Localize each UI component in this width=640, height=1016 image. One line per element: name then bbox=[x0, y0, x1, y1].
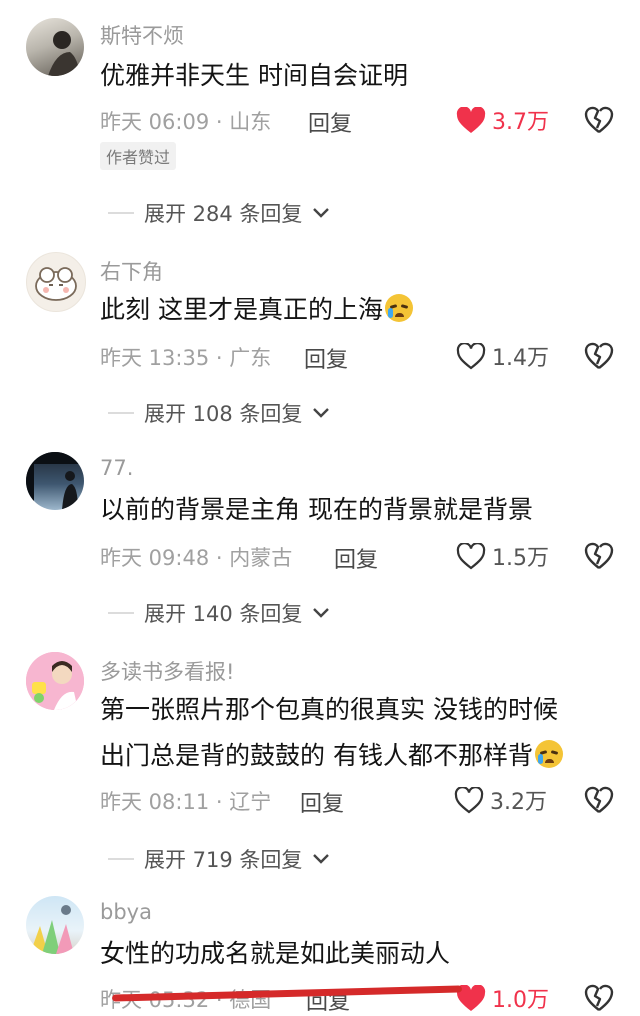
avatar[interactable] bbox=[26, 18, 84, 76]
crying-emoji-icon bbox=[384, 294, 413, 322]
like-button[interactable]: 1.5万 bbox=[456, 540, 549, 572]
comment-meta: 昨天 09:48 · 内蒙古 bbox=[100, 546, 293, 570]
expand-replies-label: 展开 284 条回复 bbox=[144, 202, 303, 226]
username[interactable]: 斯特不烦 bbox=[100, 20, 184, 50]
comment-text-line-2: 出门总是背的鼓鼓的 有钱人都不那样背 bbox=[100, 734, 563, 778]
reply-button[interactable]: 回复 bbox=[308, 106, 352, 138]
dislike-icon[interactable] bbox=[584, 542, 614, 570]
username[interactable]: 多读书多看报! bbox=[100, 656, 234, 686]
crying-emoji-icon bbox=[534, 740, 563, 768]
comment-text-content: 此刻 这里才是真正的上海 bbox=[100, 295, 383, 324]
like-button[interactable]: 3.2万 bbox=[454, 784, 547, 816]
heart-outline-icon bbox=[456, 542, 486, 569]
divider bbox=[108, 212, 134, 214]
comment-text: 女性的功成名就是如此美丽动人 bbox=[100, 939, 451, 968]
heart-outline-icon bbox=[456, 342, 486, 369]
expand-replies[interactable]: 展开 140 条回复 bbox=[108, 598, 330, 628]
like-count: 3.2万 bbox=[490, 790, 547, 815]
like-count: 1.0万 bbox=[492, 988, 549, 1013]
divider bbox=[108, 858, 134, 860]
chevron-down-icon bbox=[313, 608, 330, 618]
like-count: 1.5万 bbox=[492, 546, 549, 571]
heart-filled-icon bbox=[456, 106, 486, 133]
reply-button[interactable]: 回复 bbox=[300, 786, 344, 818]
avatar[interactable] bbox=[26, 652, 84, 710]
expand-replies-label: 展开 108 条回复 bbox=[144, 402, 303, 426]
comment-meta: 昨天 08:11 · 辽宁 bbox=[100, 790, 272, 814]
expand-replies-label: 展开 140 条回复 bbox=[144, 602, 303, 626]
dislike-icon[interactable] bbox=[584, 786, 614, 814]
avatar[interactable] bbox=[26, 452, 84, 510]
reply-button[interactable]: 回复 bbox=[304, 342, 348, 374]
comment-text-line-1: 第一张照片那个包真的很真实 没钱的时候 bbox=[100, 695, 558, 724]
like-button[interactable]: 1.4万 bbox=[456, 340, 549, 372]
chevron-down-icon bbox=[313, 408, 330, 418]
expand-replies[interactable]: 展开 719 条回复 bbox=[108, 844, 330, 874]
comment-text: 以前的背景是主角 现在的背景就是背景 bbox=[100, 495, 533, 524]
comment-text: 此刻 这里才是真正的上海 bbox=[100, 288, 413, 332]
comment-meta: 昨天 06:09 · 山东 bbox=[100, 110, 272, 134]
expand-replies[interactable]: 展开 284 条回复 bbox=[108, 198, 330, 228]
avatar[interactable] bbox=[26, 252, 86, 312]
author-liked-badge: 作者赞过 bbox=[100, 142, 177, 170]
like-button[interactable]: 1.0万 bbox=[456, 982, 549, 1014]
heart-outline-icon bbox=[454, 786, 484, 813]
dislike-icon[interactable] bbox=[584, 342, 614, 370]
comment-text: 优雅并非天生 时间自会证明 bbox=[100, 61, 408, 90]
like-button[interactable]: 3.7万 bbox=[456, 104, 549, 136]
divider bbox=[108, 412, 134, 414]
avatar[interactable] bbox=[26, 896, 84, 954]
chevron-down-icon bbox=[313, 854, 330, 864]
expand-replies-label: 展开 719 条回复 bbox=[144, 848, 303, 872]
dislike-icon[interactable] bbox=[584, 106, 614, 134]
like-count: 1.4万 bbox=[492, 346, 549, 371]
dislike-icon[interactable] bbox=[584, 984, 614, 1012]
username[interactable]: 右下角 bbox=[100, 256, 163, 286]
comment-meta: 昨天 13:35 · 广东 bbox=[100, 346, 272, 370]
username[interactable]: 77. bbox=[100, 456, 133, 480]
chevron-down-icon bbox=[313, 208, 330, 218]
divider bbox=[108, 612, 134, 614]
comment-text-content: 出门总是背的鼓鼓的 有钱人都不那样背 bbox=[100, 741, 533, 770]
reply-button[interactable]: 回复 bbox=[334, 542, 378, 574]
expand-replies[interactable]: 展开 108 条回复 bbox=[108, 398, 330, 428]
username[interactable]: bbya bbox=[100, 900, 152, 924]
like-count: 3.7万 bbox=[492, 110, 549, 135]
